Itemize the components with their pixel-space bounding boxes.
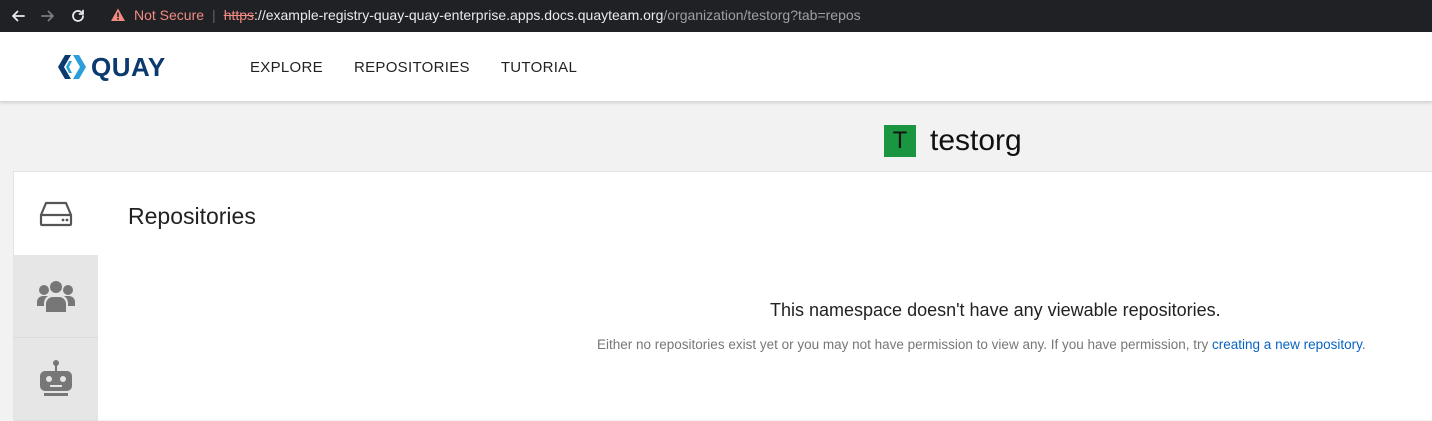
url-divider: | xyxy=(212,7,216,23)
org-name: testorg xyxy=(930,124,1022,157)
organization-header: T testorg xyxy=(884,124,1022,158)
users-icon xyxy=(37,281,75,312)
warning-icon xyxy=(111,8,125,21)
quay-logo-icon xyxy=(58,55,86,79)
empty-state-period: . xyxy=(1361,337,1366,352)
tab-teams[interactable] xyxy=(14,255,98,338)
empty-state-title: This namespace doesn't have any viewable… xyxy=(770,300,1221,320)
empty-state-text: Either no repositories exist yet or you … xyxy=(597,337,1213,352)
quay-logo[interactable]: QUAY xyxy=(57,52,166,82)
hard-drive-icon xyxy=(39,201,73,226)
url-host: example-registry-quay-quay-enterprise.ap… xyxy=(265,7,664,23)
repositories-heading: Repositories xyxy=(128,203,256,229)
nav-repositories[interactable]: REPOSITORIES xyxy=(354,59,470,76)
org-avatar: T xyxy=(884,125,916,157)
main-nav-links: EXPLORE REPOSITORIES TUTORIAL xyxy=(250,59,608,76)
nav-tutorial[interactable]: TUTORIAL xyxy=(501,59,577,76)
empty-state-description: Either no repositories exist yet or you … xyxy=(597,337,1366,352)
reload-icon xyxy=(72,9,84,22)
arrow-left-icon xyxy=(12,10,25,22)
top-navigation: QUAY EXPLORE REPOSITORIES TUTORIAL xyxy=(0,32,1432,102)
browser-toolbar: Not Secure | https :// example-registry-… xyxy=(0,0,1432,32)
back-button[interactable] xyxy=(6,4,30,28)
org-content-panel: Repositories This namespace doesn't have… xyxy=(13,171,1432,421)
url-scheme: https xyxy=(223,7,255,23)
tab-robots[interactable] xyxy=(14,338,98,421)
nav-explore[interactable]: EXPLORE xyxy=(250,59,323,76)
forward-button[interactable] xyxy=(36,4,60,28)
address-bar[interactable]: Not Secure | https :// example-registry-… xyxy=(102,2,1432,28)
side-tabs xyxy=(14,172,98,421)
reload-button[interactable] xyxy=(66,4,90,28)
security-status[interactable]: Not Secure xyxy=(134,7,204,23)
create-repository-link[interactable]: creating a new repository xyxy=(1212,337,1362,352)
arrow-right-icon xyxy=(41,10,54,22)
url-path: /organization/testorg?tab=repos xyxy=(663,7,861,23)
tab-repositories[interactable] xyxy=(14,172,98,255)
brand-name: QUAY xyxy=(91,51,166,82)
robot-icon xyxy=(40,360,72,396)
url-separator: :// xyxy=(254,7,266,23)
